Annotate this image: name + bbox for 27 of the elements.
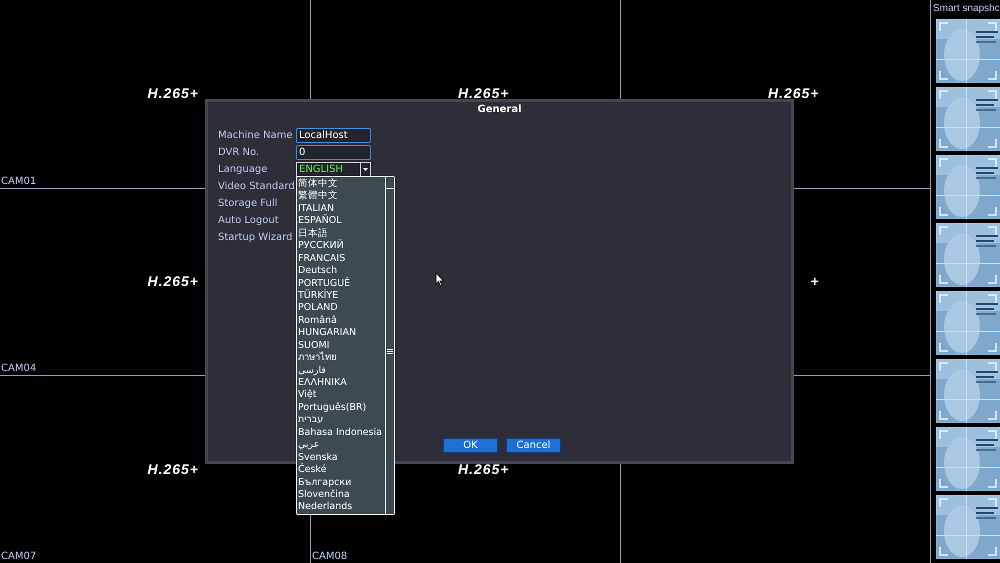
codec-label: + [810, 272, 820, 292]
codec-label: H.265+ [147, 460, 199, 480]
panel-title: Smart snapshc [932, 3, 1000, 15]
codec-label: H.265+ [147, 84, 199, 104]
camera-label: CAM01 [1, 176, 36, 188]
scrollbar[interactable] [385, 177, 394, 514]
text-field[interactable]: 0 [296, 145, 371, 160]
codec-label: H.265+ [458, 84, 510, 104]
text-field[interactable]: LocalHost [296, 128, 371, 143]
camera-label: CAM07 [1, 551, 36, 563]
dialog-button[interactable]: Cancel [506, 438, 561, 453]
caret-icon [363, 168, 368, 171]
mouse-pointer-icon [435, 272, 445, 287]
camera-label: CAM04 [1, 363, 36, 376]
field-label: Machine Name [218, 130, 294, 142]
codec-label: H.265+ [147, 272, 199, 292]
camera-label: CAM08 [312, 551, 348, 563]
field-label: Storage Full [218, 198, 278, 210]
codec-label: H.265+ [458, 460, 510, 480]
field-label: Auto Logout [218, 214, 280, 226]
language-dropdown[interactable]: ENGLISH [296, 162, 371, 177]
dialog-title: General [478, 104, 522, 116]
dialog-button[interactable]: OK [443, 438, 498, 453]
field-label: Startup Wizard [218, 232, 294, 244]
field-label: DVR No. [218, 146, 260, 158]
field-label: Language [218, 164, 268, 176]
codec-label: H.265+ [768, 84, 820, 104]
